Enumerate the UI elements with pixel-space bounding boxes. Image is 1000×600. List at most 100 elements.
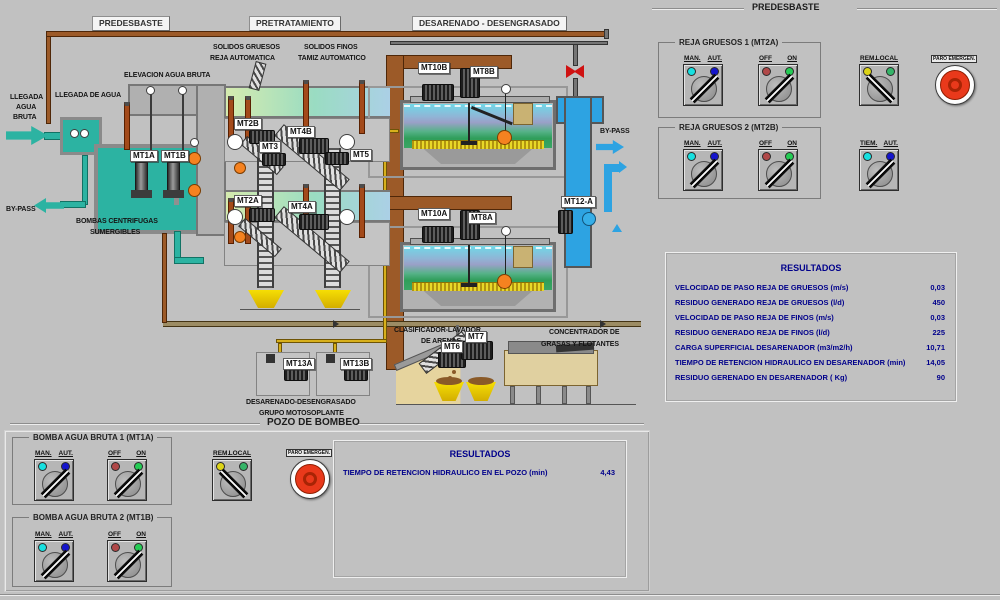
selector-switch[interactable] [34, 540, 74, 582]
selector-switch[interactable] [859, 64, 899, 106]
tag-mt3: MT3 [259, 141, 281, 153]
submersible-pump-mt1b[interactable] [167, 162, 180, 192]
group-title: BOMBA AGUA BRUTA 1 (MT1A) [29, 433, 157, 442]
machine-leg [562, 386, 567, 404]
label-elevacion: ELEVACION AGUA BRUTA [124, 72, 210, 79]
gate-valve-icon[interactable] [359, 184, 365, 238]
selector-switch[interactable] [107, 459, 147, 501]
motor-mt5[interactable] [325, 152, 349, 165]
selector-switch[interactable] [683, 64, 723, 106]
emergency-button-icon[interactable] [935, 65, 975, 105]
motor-mt3[interactable] [262, 153, 286, 166]
reja2-off-on-switch[interactable]: OFF ON [756, 140, 800, 192]
reja2-man-aut-switch[interactable]: MAN. AUT. [681, 140, 725, 192]
result-value: 14,05 [926, 358, 945, 367]
off-light [762, 67, 771, 76]
motor-mt10a[interactable] [422, 226, 454, 243]
result-value: 10,71 [926, 343, 945, 352]
divider [857, 8, 997, 10]
screenings-hopper [248, 290, 284, 308]
pipe-top-brown [46, 31, 606, 37]
alarm-light [234, 162, 246, 174]
switch-label-aut: AUT. [59, 531, 73, 538]
label-llegada-1: LLEGADA [10, 94, 43, 101]
off-light [762, 152, 771, 161]
label-grupo-line: GRUPO MOTOSOPLANTE [259, 410, 344, 417]
gate-valve-icon[interactable] [124, 102, 130, 150]
reja-rem-local-switch[interactable]: REM. LOCAL [857, 55, 901, 107]
result-row: RESIDUO GENERADO REJA DE FINOS (l/d) 225 [675, 328, 945, 340]
local-light [886, 67, 895, 76]
motor-mt7[interactable] [461, 341, 493, 360]
level-gauge-icon [501, 84, 511, 94]
selector-switch[interactable] [212, 459, 252, 501]
check-valve-icon [178, 86, 187, 95]
result-row: RESIDUO GERENADO EN DESARENADOR ( Kg) 90 [675, 373, 945, 385]
pozo-rem-local-switch[interactable]: REM. LOCAL [210, 450, 254, 502]
emergency-label: PARO EMERGEN. [931, 55, 977, 63]
bomba1-off-on-switch[interactable]: OFF ON [105, 450, 149, 502]
switch-label-rem: REM. [860, 55, 876, 62]
bomba2-man-aut-switch[interactable]: MAN. AUT. [32, 531, 76, 583]
motor-mt4a[interactable] [299, 214, 329, 230]
results-panel-desarenado: RESULTADOS VELOCIDAD DE PASO REJA DE GRU… [665, 252, 957, 402]
reja-tiem-aut-switch[interactable]: TIEM. AUT. [857, 140, 901, 192]
flow-marker-icon [612, 224, 622, 232]
result-label: TIEMPO DE RETENCION HIDRAULICO EN EL POZ… [343, 468, 547, 477]
result-row: TIEMPO DE RETENCION HIDRAULICO EN DESARE… [675, 358, 945, 370]
reja1-off-on-switch[interactable]: OFF ON [756, 55, 800, 107]
discharge-pipe-horizontal [174, 257, 204, 264]
bomba1-man-aut-switch[interactable]: MAN. AUT. [32, 450, 76, 502]
level-gauge-icon [190, 138, 199, 147]
selector-switch[interactable] [859, 149, 899, 191]
blower-valve [266, 354, 275, 363]
shutoff-valve-icon[interactable] [566, 65, 584, 78]
gate-valve-icon[interactable] [359, 80, 365, 134]
result-label: TIEMPO DE RETENCION HIDRAULICO EN DESARE… [675, 358, 905, 367]
emergency-button-icon[interactable] [290, 459, 330, 499]
right-panel-title: PREDESBASTE [752, 2, 820, 12]
emergency-label: PARO EMERGEN. [286, 449, 332, 457]
bypass-out-arrow-icon [596, 140, 624, 154]
switch-label-man: MAN. [35, 450, 52, 457]
motor-mt2a[interactable] [249, 208, 275, 222]
motor-mt12a[interactable] [558, 210, 573, 234]
result-label: RESIDUO GERENADO EN DESARENADOR ( Kg) [675, 373, 847, 382]
switch-label-aut: AUT. [708, 55, 722, 62]
bottom-panel-title: POZO DE BOMBEO [267, 417, 360, 428]
label-solidos-finos-1: SOLIDOS FINOS [304, 44, 358, 51]
grit-particle [452, 370, 456, 374]
selector-switch[interactable] [34, 459, 74, 501]
pozo-emergency-stop-button[interactable]: PARO EMERGEN. [285, 449, 337, 503]
label-llegada-de-agua: LLEGADA DE AGUA [55, 92, 121, 99]
selector-switch[interactable] [758, 149, 798, 191]
man-light [38, 543, 47, 552]
grease-concentrator-body [504, 350, 598, 386]
label-llegada-3: BRUTA [13, 114, 36, 121]
outfall-arrow-icon [619, 161, 627, 173]
result-label: VELOCIDAD DE PASO REJA DE FINOS (m/s) [675, 313, 834, 322]
submersible-pump-mt1a[interactable] [135, 162, 148, 192]
sand-layer-lower [412, 282, 544, 291]
bomba2-off-on-switch[interactable]: OFF ON [105, 531, 149, 583]
tag-mt13a: MT13A [283, 358, 315, 370]
divider [356, 423, 644, 425]
status-light-blue [582, 212, 596, 226]
tag-mt2b: MT2B [234, 118, 262, 130]
label-desarenado-line: DESARENADO-DESENGRASADO [246, 399, 356, 406]
air-riser-left [162, 233, 167, 323]
tiem-light [863, 152, 872, 161]
tag-mt1a: MT1A [130, 150, 158, 162]
selector-switch[interactable] [683, 149, 723, 191]
selector-switch[interactable] [758, 64, 798, 106]
motor-mt10b[interactable] [422, 84, 454, 101]
reja-emergency-stop-button[interactable]: PARO EMERGEN. [930, 55, 982, 109]
selector-switch[interactable] [107, 540, 147, 582]
switch-label-on: ON [136, 450, 146, 457]
switch-label-off: OFF [759, 140, 772, 147]
switch-label-local: LOCAL [876, 55, 898, 62]
motor-mt4b[interactable] [299, 138, 329, 154]
label-bypass-left: BY-PASS [6, 206, 36, 213]
machine-leg [586, 386, 591, 404]
reja1-man-aut-switch[interactable]: MAN. AUT. [681, 55, 725, 107]
